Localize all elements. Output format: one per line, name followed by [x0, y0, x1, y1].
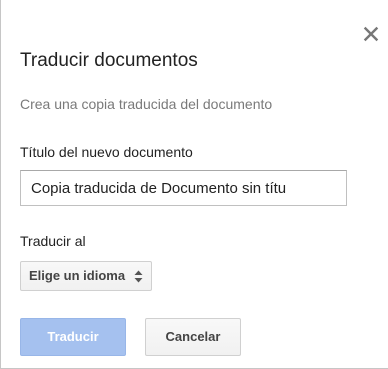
- language-select[interactable]: Elige un idioma: [20, 261, 153, 291]
- document-name-label: Título del nuevo documento: [20, 144, 193, 160]
- target-language-label: Traducir al: [20, 233, 86, 249]
- language-select-value: Elige un idioma: [29, 268, 126, 283]
- dialog-title: Traducir documentos: [20, 50, 198, 71]
- translate-button[interactable]: Traducir: [20, 318, 126, 356]
- cancel-button[interactable]: Cancelar: [145, 318, 241, 356]
- up-down-arrows-icon: [134, 270, 143, 283]
- dialog-subtitle: Crea una copia traducida del documento: [20, 96, 273, 112]
- document-name-input[interactable]: [20, 170, 347, 206]
- translate-dialog: Traducir documentos Crea una copia tradu…: [0, 0, 388, 369]
- close-icon[interactable]: [363, 26, 379, 42]
